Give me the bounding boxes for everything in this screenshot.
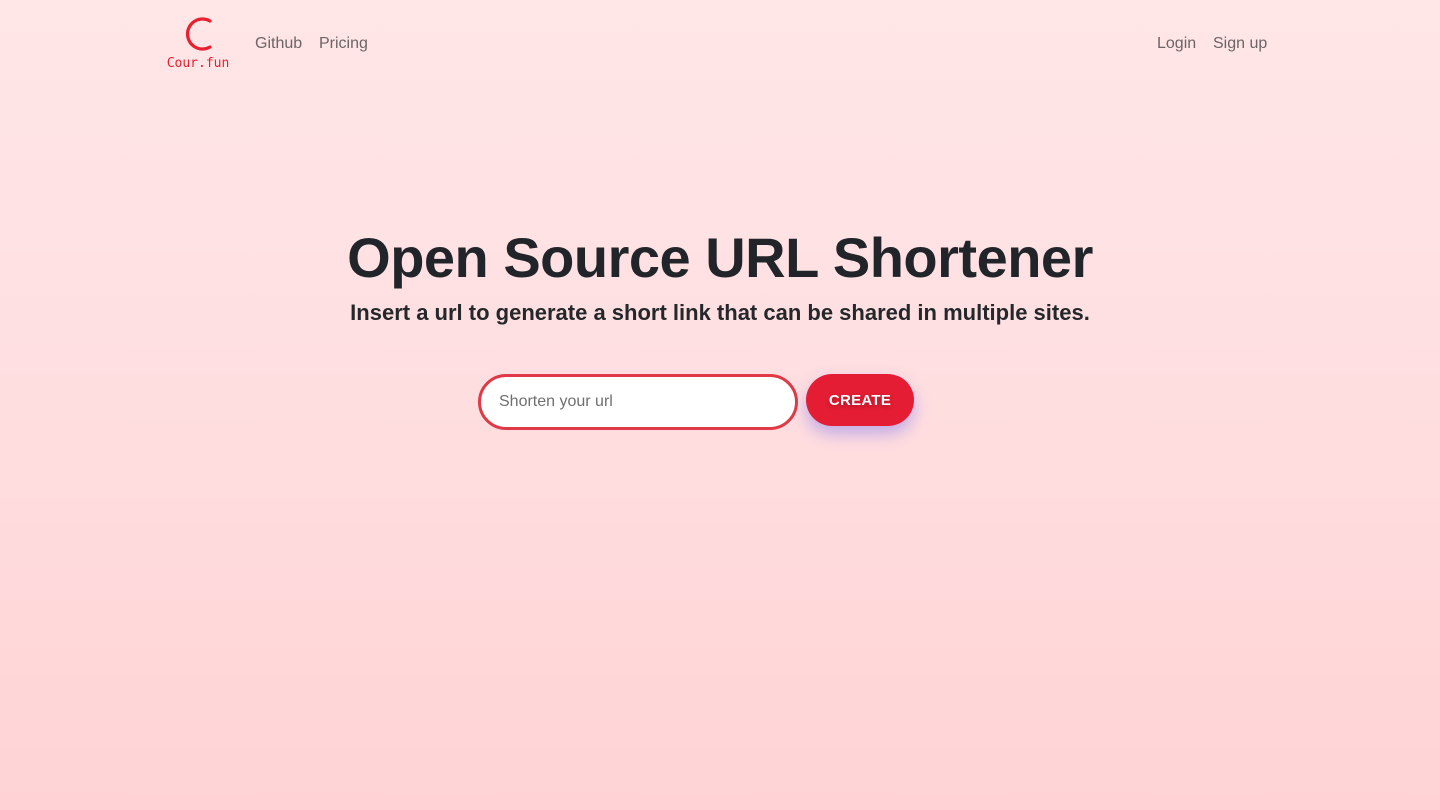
brand-logo-link[interactable]: Cour.fun: [166, 14, 230, 76]
page-title: Open Source URL Shortener: [347, 226, 1093, 289]
create-button[interactable]: CREATE: [806, 374, 914, 426]
navbar: Cour.fun Github Pricing Login Sign up: [0, 0, 1440, 88]
page-subtitle: Insert a url to generate a short link th…: [350, 300, 1090, 325]
nav-link-github[interactable]: Github: [255, 34, 302, 54]
nav-link-login[interactable]: Login: [1157, 34, 1196, 54]
nav-link-pricing[interactable]: Pricing: [319, 34, 368, 54]
url-input[interactable]: [478, 374, 798, 430]
brand-name: Cour.fun: [166, 56, 230, 71]
logo-c-icon: [185, 17, 212, 51]
nav-link-signup[interactable]: Sign up: [1213, 34, 1267, 54]
